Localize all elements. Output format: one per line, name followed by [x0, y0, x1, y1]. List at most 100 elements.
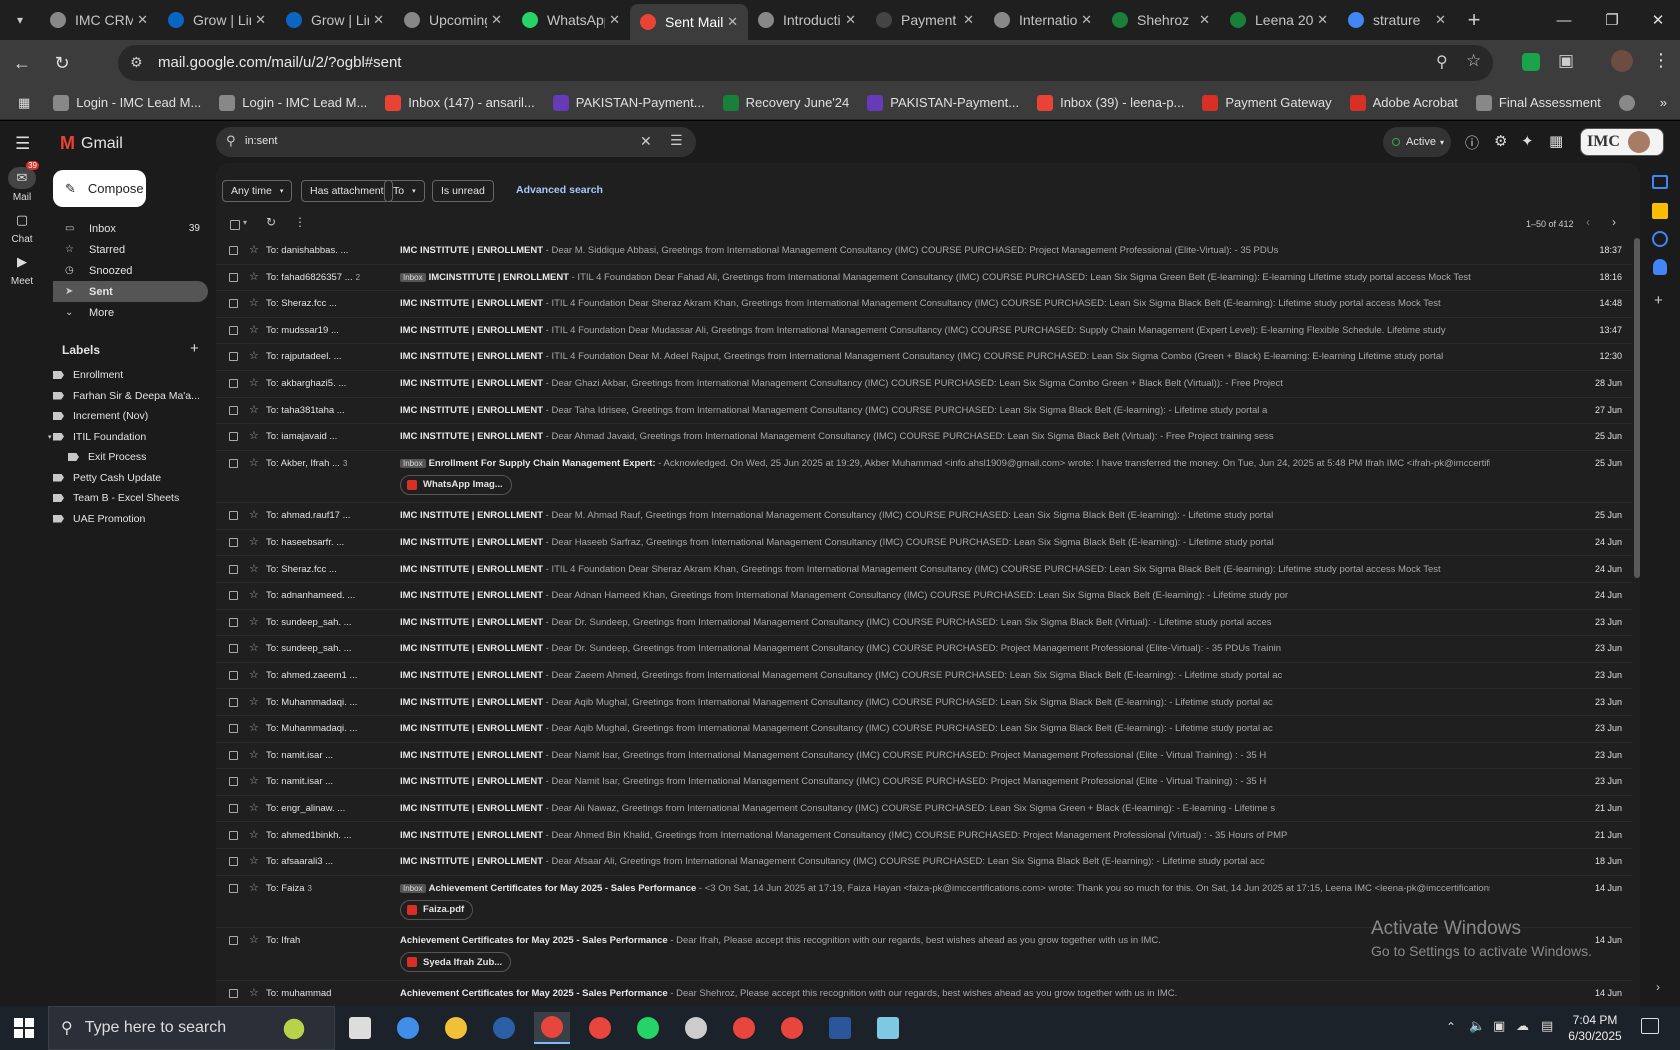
scrollbar-thumb[interactable] — [1634, 238, 1640, 578]
browser-tab[interactable]: Leena 20 ✕ — [1220, 0, 1338, 40]
inbox-label-chip[interactable]: Inbox — [400, 883, 426, 893]
email-row[interactable]: ☆ To: Muhammadaqi. ... IMC INSTITUTE | ENR… — [216, 716, 1632, 743]
close-window-icon[interactable]: ✕ — [1630, 0, 1680, 40]
nav-item-starred[interactable]: ☆ Starred — [53, 239, 208, 260]
row-checkbox[interactable] — [229, 830, 238, 840]
tray-chevron-icon[interactable]: ⌃ — [1446, 1020, 1456, 1034]
tab-close-icon[interactable]: ✕ — [255, 12, 266, 28]
star-icon[interactable]: ☆ — [249, 615, 259, 628]
email-row[interactable]: ☆ To: mudssar19 ... IMC INSTITUTE | ENROLL… — [216, 318, 1632, 345]
display-icon[interactable]: ▤ — [1541, 1018, 1553, 1034]
tab-close-icon[interactable]: ✕ — [1435, 12, 1446, 28]
label-item[interactable]: Petty Cash Update — [53, 468, 213, 488]
row-checkbox[interactable] — [229, 325, 238, 335]
row-checkbox[interactable] — [229, 352, 238, 362]
address-bar[interactable]: ⚙ mail.google.com/mail/u/2/?ogbl#sent ⚲ … — [118, 45, 1493, 81]
keep-icon[interactable] — [1652, 203, 1668, 219]
taskbar-app[interactable] — [678, 1012, 714, 1044]
browser-tab[interactable]: IMC CRM ✕ — [40, 0, 158, 40]
email-row[interactable]: ☆ To: Sheraz.fcc ... IMC INSTITUTE | ENROL… — [216, 291, 1632, 318]
taskbar-app[interactable] — [582, 1012, 618, 1044]
tab-close-icon[interactable]: ✕ — [845, 12, 856, 28]
email-row[interactable]: ☆ To: taha381taha ... IMC INSTITUTE | ENRO… — [216, 398, 1632, 425]
row-checkbox[interactable] — [229, 617, 238, 627]
browser-tab[interactable]: International✕ — [984, 0, 1102, 40]
nav-item-inbox[interactable]: ▭ Inbox 39 — [53, 218, 208, 239]
label-item[interactable]: ▾ ITIL Foundation — [48, 427, 213, 447]
star-icon[interactable]: ☆ — [249, 588, 259, 601]
star-icon[interactable]: ☆ — [249, 349, 259, 362]
show-side-panel-icon[interactable]: › — [1656, 980, 1660, 994]
bookmark-item[interactable]: Inbox (39) - leena-p... — [1028, 94, 1193, 111]
tab-close-icon[interactable]: ✕ — [609, 12, 620, 28]
rail-item-chat[interactable]: ▢ Chat — [0, 209, 44, 245]
attachment-chip[interactable]: WhatsApp Imag... — [400, 474, 512, 495]
label-item[interactable]: Team B - Excel Sheets — [53, 488, 213, 508]
tab-close-icon[interactable]: ✕ — [137, 12, 148, 28]
star-icon[interactable]: ☆ — [249, 854, 259, 867]
bookmark-item[interactable]: Inbox (147) - ansaril... — [376, 94, 543, 111]
nav-item-snoozed[interactable]: ◷ Snoozed — [53, 260, 208, 281]
email-row[interactable]: ☆ To: adnanhameed. ... IMC INSTITUTE | ENR… — [216, 583, 1632, 610]
email-row[interactable]: ☆ To: ahmed1binkh. ... IMC INSTITUTE | ENR… — [216, 823, 1632, 850]
email-row[interactable]: ☆ To: ahmed.zaeem1 ... IMC INSTITUTE | ENR… — [216, 663, 1632, 690]
row-checkbox[interactable] — [229, 644, 238, 654]
prev-page-icon[interactable]: ‹ — [1586, 215, 1590, 229]
label-item[interactable]: UAE Promotion — [53, 509, 213, 529]
attachment-chip[interactable]: Faiza.pdf — [400, 899, 474, 920]
apps-grid-icon[interactable]: ▦ — [0, 95, 44, 111]
row-checkbox[interactable] — [229, 936, 238, 946]
inbox-label-chip[interactable]: Inbox — [400, 272, 426, 282]
star-icon[interactable]: ☆ — [249, 403, 259, 416]
rail-item-meet[interactable]: ▶ Meet — [0, 251, 44, 287]
label-item[interactable]: Increment (Nov) — [53, 406, 213, 426]
email-row[interactable]: ☆ To: Akber, Ifrah ... 3 Inbox Enrollment Fo… — [216, 451, 1632, 504]
row-checkbox[interactable] — [229, 591, 238, 601]
windows-start-icon[interactable] — [14, 1018, 34, 1038]
row-checkbox[interactable] — [229, 724, 238, 734]
email-row[interactable]: ☆ To: afsaarali3 ... IMC INSTITUTE | ENROL… — [216, 849, 1632, 876]
camera-icon[interactable]: ▣ — [1493, 1018, 1505, 1034]
rail-item-mail[interactable]: ✉ 39 Mail — [0, 161, 44, 203]
row-checkbox[interactable] — [229, 777, 238, 787]
search-input[interactable]: in:sent — [245, 135, 277, 147]
new-tab-plus-icon[interactable]: + — [1456, 7, 1492, 33]
tab-close-icon[interactable]: ✕ — [1081, 12, 1092, 28]
notification-center-icon[interactable] — [1641, 1018, 1659, 1034]
apps-grid-icon[interactable]: ▦ — [1549, 132, 1563, 150]
email-row[interactable]: ☆ To: rajputadeel. ... IMC INSTITUTE | ENR… — [216, 344, 1632, 371]
row-checkbox[interactable] — [229, 405, 238, 415]
network-icon[interactable]: ☁ — [1516, 1018, 1529, 1034]
browser-tab[interactable]: Payment ✕ — [866, 0, 984, 40]
star-icon[interactable]: ☆ — [249, 508, 259, 521]
row-checkbox[interactable] — [229, 883, 238, 893]
profile-avatar[interactable] — [1611, 50, 1633, 72]
taskbar-app[interactable] — [534, 1012, 570, 1044]
taskbar-app[interactable] — [726, 1012, 762, 1044]
bookmark-item[interactable]: Recovery June'24 — [714, 94, 859, 111]
star-icon[interactable]: ☆ — [249, 641, 259, 654]
search-icon[interactable]: ⚲ — [226, 133, 236, 149]
attachment-chip[interactable]: Syeda Ifrah Zub... — [400, 952, 512, 973]
star-icon[interactable]: ☆ — [249, 986, 259, 999]
gemini-sparkle-icon[interactable]: ✦ — [1521, 132, 1534, 150]
nav-item-more[interactable]: ⌄ More — [53, 302, 208, 323]
row-checkbox[interactable] — [229, 537, 238, 547]
star-icon[interactable]: ☆ — [249, 243, 259, 256]
settings-gear-icon[interactable]: ⚙ — [1494, 132, 1507, 150]
row-checkbox[interactable] — [229, 432, 238, 442]
filter-chip[interactable]: Has attachment — [301, 180, 393, 202]
taskbar-app[interactable] — [390, 1012, 426, 1044]
browser-tab[interactable]: Grow | LinkedIn✕ — [158, 0, 276, 40]
bookmark-item[interactable]: Adobe Acrobat — [1341, 94, 1467, 111]
taskbar-app[interactable] — [630, 1012, 666, 1044]
row-checkbox[interactable] — [229, 697, 238, 707]
tasks-icon[interactable] — [1652, 231, 1668, 247]
compose-button[interactable]: ✎ Compose — [53, 170, 146, 207]
email-row[interactable]: ☆ To: namit.isar ... IMC INSTITUTE | ENROL… — [216, 743, 1632, 770]
row-checkbox[interactable] — [229, 299, 238, 309]
row-checkbox[interactable] — [229, 750, 238, 760]
star-icon[interactable]: ☆ — [249, 695, 259, 708]
row-checkbox[interactable] — [229, 272, 238, 282]
site-info-icon[interactable]: ⚙ — [130, 54, 143, 71]
